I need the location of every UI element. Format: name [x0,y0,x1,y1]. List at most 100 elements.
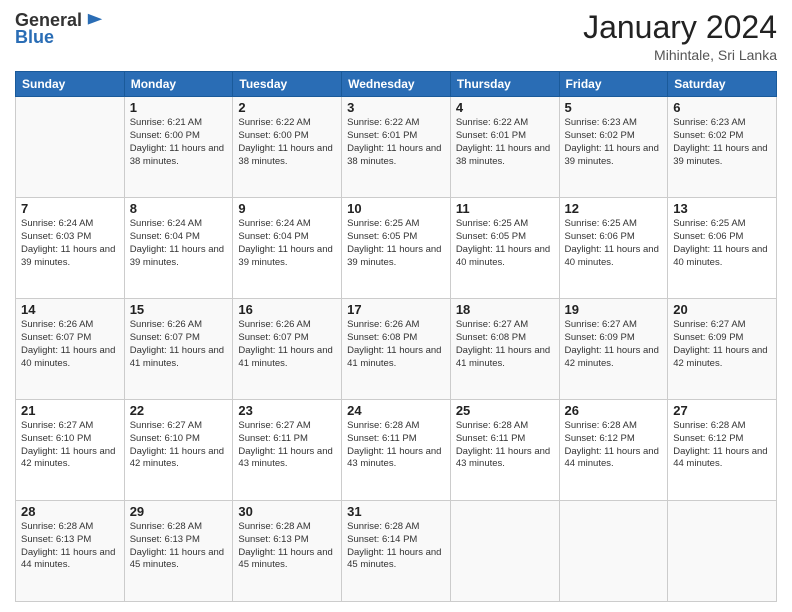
header-friday: Friday [559,72,668,97]
day-number: 19 [565,302,663,317]
calendar-cell: 15 Sunrise: 6:26 AM Sunset: 6:07 PM Dayli… [124,299,233,400]
day-number: 17 [347,302,445,317]
day-info: Sunrise: 6:23 AM Sunset: 6:02 PM Dayligh… [565,117,663,168]
day-number: 27 [673,403,771,418]
day-info: Sunrise: 6:28 AM Sunset: 6:13 PM Dayligh… [130,521,228,572]
day-info: Sunrise: 6:26 AM Sunset: 6:07 PM Dayligh… [238,319,336,370]
calendar-cell: 16Sunrise: 6:26 AM Sunset: 6:07 PM Dayli… [233,299,342,400]
day-number: 29 [130,504,228,519]
day-info: Sunrise: 6:28 AM Sunset: 6:13 PM Dayligh… [21,521,119,572]
calendar-cell: 5 Sunrise: 6:23 AM Sunset: 6:02 PM Daylig… [559,97,668,198]
calendar-cell: 25 Sunrise: 6:28 AM Sunset: 6:11 PM Dayli… [450,400,559,501]
calendar-cell: 28 Sunrise: 6:28 AM Sunset: 6:13 PM Dayli… [16,501,125,602]
day-info: Sunrise: 6:28 AM Sunset: 6:12 PM Dayligh… [673,420,771,471]
day-number: 11 [456,201,554,216]
day-number: 6 [673,100,771,115]
calendar-week-row: 1Sunrise: 6:21 AM Sunset: 6:00 PM Daylig… [16,97,777,198]
calendar-cell: 9 Sunrise: 6:24 AM Sunset: 6:04 PM Daylig… [233,198,342,299]
day-info: Sunrise: 6:28 AM Sunset: 6:11 PM Dayligh… [456,420,554,471]
header-sunday: Sunday [16,72,125,97]
day-info: Sunrise: 6:25 AM Sunset: 6:06 PM Dayligh… [565,218,663,269]
header: General Blue January 2024 Mihintale, Sri… [15,10,777,63]
calendar-cell: 23Sunrise: 6:27 AM Sunset: 6:11 PM Dayli… [233,400,342,501]
day-info: Sunrise: 6:23 AM Sunset: 6:02 PM Dayligh… [673,117,771,168]
calendar-cell: 31Sunrise: 6:28 AM Sunset: 6:14 PM Dayli… [342,501,451,602]
day-number: 4 [456,100,554,115]
calendar-week-row: 14 Sunrise: 6:26 AM Sunset: 6:07 PM Dayli… [16,299,777,400]
day-info: Sunrise: 6:22 AM Sunset: 6:01 PM Dayligh… [456,117,554,168]
day-info: Sunrise: 6:28 AM Sunset: 6:12 PM Dayligh… [565,420,663,471]
day-number: 8 [130,201,228,216]
calendar-cell: 21Sunrise: 6:27 AM Sunset: 6:10 PM Dayli… [16,400,125,501]
day-number: 25 [456,403,554,418]
month-title: January 2024 [583,10,777,45]
page: General Blue January 2024 Mihintale, Sri… [0,0,792,612]
calendar-cell: 29 Sunrise: 6:28 AM Sunset: 6:13 PM Dayli… [124,501,233,602]
calendar-cell: 26 Sunrise: 6:28 AM Sunset: 6:12 PM Dayli… [559,400,668,501]
day-info: Sunrise: 6:24 AM Sunset: 6:03 PM Dayligh… [21,218,119,269]
day-number: 28 [21,504,119,519]
day-number: 13 [673,201,771,216]
header-tuesday: Tuesday [233,72,342,97]
calendar-cell: 20 Sunrise: 6:27 AM Sunset: 6:09 PM Dayli… [668,299,777,400]
calendar-cell: 6 Sunrise: 6:23 AM Sunset: 6:02 PM Daylig… [668,97,777,198]
day-number: 18 [456,302,554,317]
day-info: Sunrise: 6:27 AM Sunset: 6:11 PM Dayligh… [238,420,336,471]
calendar-cell: 27 Sunrise: 6:28 AM Sunset: 6:12 PM Dayli… [668,400,777,501]
logo: General Blue [15,10,104,48]
day-number: 3 [347,100,445,115]
title-block: January 2024 Mihintale, Sri Lanka [583,10,777,63]
day-info: Sunrise: 6:28 AM Sunset: 6:11 PM Dayligh… [347,420,445,471]
calendar-cell: 13Sunrise: 6:25 AM Sunset: 6:06 PM Dayli… [668,198,777,299]
day-number: 14 [21,302,119,317]
day-info: Sunrise: 6:27 AM Sunset: 6:10 PM Dayligh… [21,420,119,471]
calendar-cell: 1Sunrise: 6:21 AM Sunset: 6:00 PM Daylig… [124,97,233,198]
header-monday: Monday [124,72,233,97]
day-number: 9 [238,201,336,216]
day-info: Sunrise: 6:26 AM Sunset: 6:07 PM Dayligh… [21,319,119,370]
day-info: Sunrise: 6:27 AM Sunset: 6:10 PM Dayligh… [130,420,228,471]
calendar-cell: 10 Sunrise: 6:25 AM Sunset: 6:05 PM Dayli… [342,198,451,299]
day-number: 2 [238,100,336,115]
day-number: 26 [565,403,663,418]
header-wednesday: Wednesday [342,72,451,97]
day-number: 1 [130,100,228,115]
calendar-cell: 22 Sunrise: 6:27 AM Sunset: 6:10 PM Dayli… [124,400,233,501]
logo-flag-icon [86,12,104,30]
day-number: 24 [347,403,445,418]
day-info: Sunrise: 6:22 AM Sunset: 6:00 PM Dayligh… [238,117,336,168]
day-number: 15 [130,302,228,317]
day-info: Sunrise: 6:28 AM Sunset: 6:14 PM Dayligh… [347,521,445,572]
day-number: 12 [565,201,663,216]
calendar-cell [559,501,668,602]
day-info: Sunrise: 6:26 AM Sunset: 6:07 PM Dayligh… [130,319,228,370]
calendar-week-row: 21Sunrise: 6:27 AM Sunset: 6:10 PM Dayli… [16,400,777,501]
day-info: Sunrise: 6:24 AM Sunset: 6:04 PM Dayligh… [130,218,228,269]
day-number: 10 [347,201,445,216]
day-number: 22 [130,403,228,418]
location-subtitle: Mihintale, Sri Lanka [583,47,777,63]
calendar-week-row: 7Sunrise: 6:24 AM Sunset: 6:03 PM Daylig… [16,198,777,299]
calendar-cell [668,501,777,602]
day-info: Sunrise: 6:22 AM Sunset: 6:01 PM Dayligh… [347,117,445,168]
calendar-cell: 3 Sunrise: 6:22 AM Sunset: 6:01 PM Daylig… [342,97,451,198]
day-info: Sunrise: 6:27 AM Sunset: 6:09 PM Dayligh… [673,319,771,370]
calendar-cell: 18 Sunrise: 6:27 AM Sunset: 6:08 PM Dayli… [450,299,559,400]
calendar-cell: 30Sunrise: 6:28 AM Sunset: 6:13 PM Dayli… [233,501,342,602]
calendar-cell: 2 Sunrise: 6:22 AM Sunset: 6:00 PM Daylig… [233,97,342,198]
calendar-cell: 12 Sunrise: 6:25 AM Sunset: 6:06 PM Dayli… [559,198,668,299]
day-info: Sunrise: 6:27 AM Sunset: 6:08 PM Dayligh… [456,319,554,370]
calendar-header-row: SundayMondayTuesdayWednesdayThursdayFrid… [16,72,777,97]
calendar-cell: 8 Sunrise: 6:24 AM Sunset: 6:04 PM Daylig… [124,198,233,299]
day-info: Sunrise: 6:25 AM Sunset: 6:05 PM Dayligh… [456,218,554,269]
calendar-cell: 4 Sunrise: 6:22 AM Sunset: 6:01 PM Daylig… [450,97,559,198]
day-number: 20 [673,302,771,317]
day-info: Sunrise: 6:28 AM Sunset: 6:13 PM Dayligh… [238,521,336,572]
day-info: Sunrise: 6:27 AM Sunset: 6:09 PM Dayligh… [565,319,663,370]
header-saturday: Saturday [668,72,777,97]
calendar-cell: 19 Sunrise: 6:27 AM Sunset: 6:09 PM Dayli… [559,299,668,400]
day-info: Sunrise: 6:24 AM Sunset: 6:04 PM Dayligh… [238,218,336,269]
day-number: 5 [565,100,663,115]
calendar-cell: 17Sunrise: 6:26 AM Sunset: 6:08 PM Dayli… [342,299,451,400]
day-info: Sunrise: 6:25 AM Sunset: 6:05 PM Dayligh… [347,218,445,269]
